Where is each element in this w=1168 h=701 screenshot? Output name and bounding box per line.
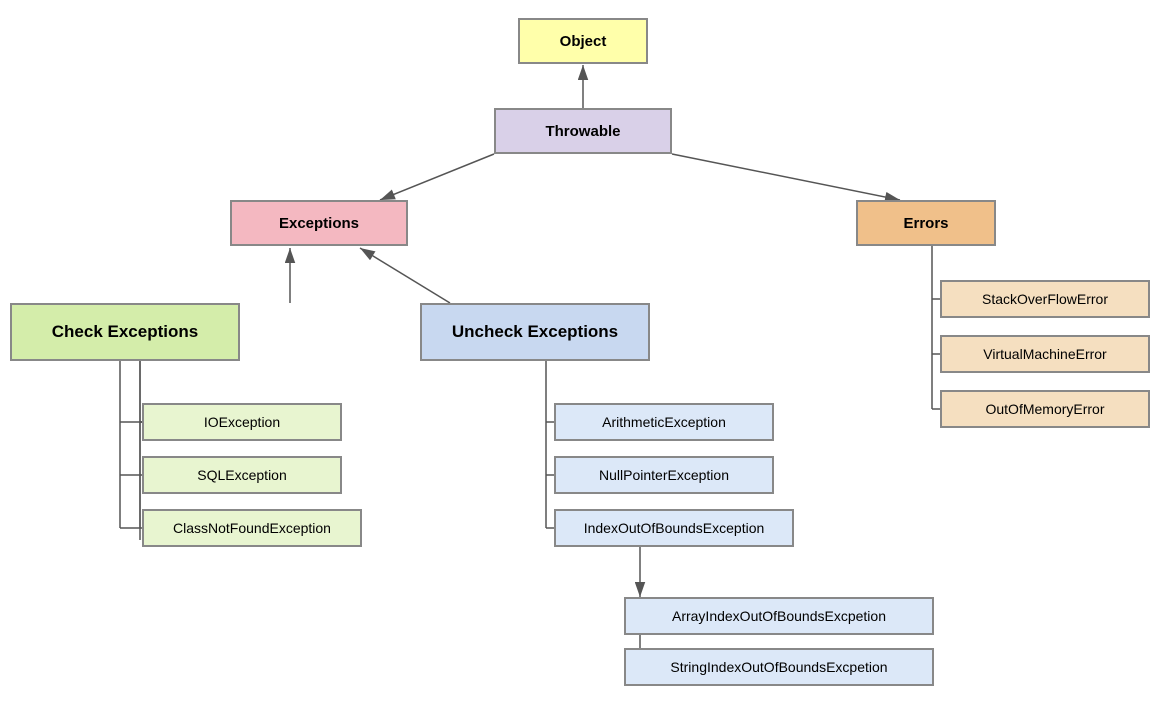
- indexoutofbounds-label: IndexOutOfBoundsException: [584, 520, 765, 536]
- errors-node: Errors: [856, 200, 996, 246]
- object-node: Object: [518, 18, 648, 64]
- stackoverflow-node: StackOverFlowError: [940, 280, 1150, 318]
- sqlexception-label: SQLException: [197, 467, 287, 483]
- check-exceptions-label: Check Exceptions: [52, 322, 198, 342]
- classnotfound-node: ClassNotFoundException: [142, 509, 362, 547]
- sqlexception-node: SQLException: [142, 456, 342, 494]
- outofmemory-node: OutOfMemoryError: [940, 390, 1150, 428]
- stringindex-label: StringIndexOutOfBoundsExcpetion: [670, 659, 887, 675]
- outofmemory-label: OutOfMemoryError: [985, 401, 1104, 417]
- throwable-node: Throwable: [494, 108, 672, 154]
- throwable-label: Throwable: [545, 123, 620, 140]
- exceptions-label: Exceptions: [279, 215, 359, 232]
- nullpointer-node: NullPointerException: [554, 456, 774, 494]
- check-exceptions-node: Check Exceptions: [10, 303, 240, 361]
- stringindex-node: StringIndexOutOfBoundsExcpetion: [624, 648, 934, 686]
- arithmetic-node: ArithmeticException: [554, 403, 774, 441]
- arrayindex-node: ArrayIndexOutOfBoundsExcpetion: [624, 597, 934, 635]
- ioexception-node: IOException: [142, 403, 342, 441]
- stackoverflow-label: StackOverFlowError: [982, 291, 1108, 307]
- nullpointer-label: NullPointerException: [599, 467, 729, 483]
- uncheck-exceptions-label: Uncheck Exceptions: [452, 322, 618, 342]
- diagram: Object Throwable Exceptions Errors Check…: [0, 0, 1168, 701]
- arithmetic-label: ArithmeticException: [602, 414, 726, 430]
- object-label: Object: [560, 33, 607, 50]
- indexoutofbounds-node: IndexOutOfBoundsException: [554, 509, 794, 547]
- classnotfound-label: ClassNotFoundException: [173, 520, 331, 536]
- ioexception-label: IOException: [204, 414, 280, 430]
- arrayindex-label: ArrayIndexOutOfBoundsExcpetion: [672, 608, 886, 624]
- exceptions-node: Exceptions: [230, 200, 408, 246]
- errors-label: Errors: [903, 215, 948, 232]
- virtualmachine-node: VirtualMachineError: [940, 335, 1150, 373]
- virtualmachine-label: VirtualMachineError: [983, 346, 1106, 362]
- uncheck-exceptions-node: Uncheck Exceptions: [420, 303, 650, 361]
